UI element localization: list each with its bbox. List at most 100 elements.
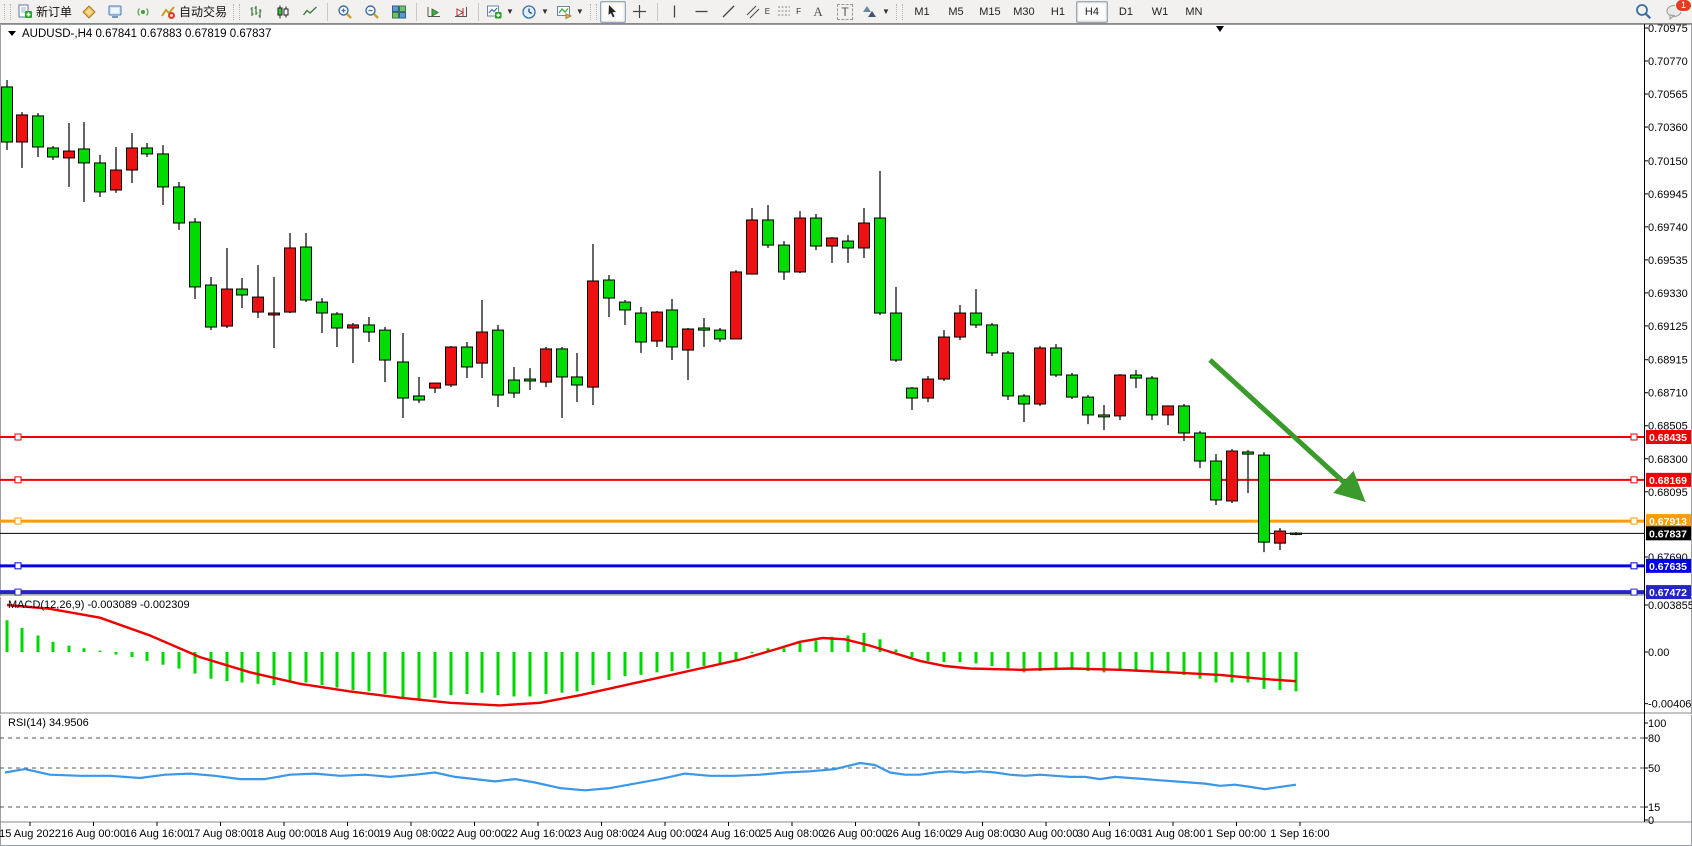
label-button[interactable]: T [832,1,858,23]
candle-bearish[interactable] [462,347,473,367]
candle-bullish[interactable] [923,379,934,398]
candle-bearish[interactable] [811,218,822,246]
candle-bullish[interactable] [1163,406,1174,415]
zoom-out-button[interactable] [359,1,385,23]
candle-bearish[interactable] [699,328,710,330]
candle-bullish[interactable] [127,148,138,170]
candle-bearish[interactable] [1051,348,1062,375]
candle-bullish[interactable] [1275,531,1286,543]
candle-bearish[interactable] [1099,415,1110,417]
candle-bearish[interactable] [414,396,425,400]
timeframe-button-h1[interactable]: H1 [1042,1,1074,23]
candle-bearish[interactable] [620,302,631,310]
timeframe-button-m15[interactable]: M15 [974,1,1006,23]
line-handle[interactable] [15,589,21,595]
candle-bullish[interactable] [652,312,663,341]
line-handle[interactable] [15,563,21,569]
candle-bearish[interactable] [1067,375,1078,397]
candle-bearish[interactable] [763,220,774,245]
candle-bearish[interactable] [572,377,583,385]
candle-bullish[interactable] [446,347,457,385]
candle-bullish[interactable] [1035,348,1046,404]
candle-bearish[interactable] [79,149,90,163]
candle-bullish[interactable] [269,313,280,315]
timeframe-button-m30[interactable]: M30 [1008,1,1040,23]
candle-bearish[interactable] [667,310,678,347]
candle-bullish[interactable] [477,332,488,363]
symbols-button[interactable] [76,1,102,23]
candle-bearish[interactable] [206,285,217,327]
toolbar-grip[interactable] [896,4,903,20]
candle-bearish[interactable] [1003,353,1014,396]
candle-bearish[interactable] [875,218,886,313]
candle-bullish[interactable] [222,289,233,326]
candle-bearish[interactable] [779,245,790,272]
line-handle[interactable] [15,434,21,440]
templates-button[interactable]: ▼ [553,1,587,23]
candle-bearish[interactable] [95,163,106,192]
candle-bearish[interactable] [158,154,169,187]
toolbar-grip[interactable] [4,4,11,20]
notifications-button[interactable]: 1 [1666,4,1684,20]
auto-scroll-button[interactable] [421,1,447,23]
candle-bearish[interactable] [907,388,918,398]
line-handle[interactable] [1631,518,1637,524]
candle-bearish[interactable] [1147,378,1158,415]
candle-bearish[interactable] [1131,375,1142,378]
candle-bearish[interactable] [1195,433,1206,461]
candle-bullish[interactable] [827,238,838,246]
channel-button[interactable]: E [743,1,773,23]
candle-bearish[interactable] [987,325,998,353]
line-chart-button[interactable] [297,1,323,23]
chart-canvas[interactable]: 0.709750.707700.705650.703600.701500.699… [0,24,1692,846]
candlestick-chart-button[interactable] [270,1,296,23]
candle-bullish[interactable] [683,329,694,350]
bar-chart-button[interactable] [243,1,269,23]
crosshair-button[interactable] [627,1,653,23]
candle-bearish[interactable] [525,379,536,381]
candle-bearish[interactable] [493,330,504,395]
candle-bearish[interactable] [1019,396,1030,404]
line-handle[interactable] [1631,434,1637,440]
line-handle[interactable] [15,477,21,483]
candle-bearish[interactable] [1083,397,1094,415]
new-order-button[interactable]: 新订单 [14,1,75,23]
candle-bearish[interactable] [33,116,44,147]
timeframe-button-d1[interactable]: D1 [1110,1,1142,23]
line-handle[interactable] [1631,589,1637,595]
candle-bearish[interactable] [237,289,248,295]
periods-button[interactable]: ▼ [518,1,552,23]
candle-bullish[interactable] [731,272,742,339]
candle-bullish[interactable] [430,383,441,388]
line-handle[interactable] [1631,477,1637,483]
terminal-button[interactable] [103,1,129,23]
candle-bearish[interactable] [1211,461,1222,500]
candle-bearish[interactable] [509,380,520,393]
candle-bearish[interactable] [1179,406,1190,433]
candle-bearish[interactable] [843,241,854,248]
candle-bearish[interactable] [301,247,312,300]
auto-trading-button[interactable]: 自动交易 [157,1,230,23]
fibonacci-button[interactable]: F [774,1,804,23]
candle-bullish[interactable] [939,337,950,379]
timeframe-button-mn[interactable]: MN [1178,1,1210,23]
candle-bearish[interactable] [364,325,375,332]
timeframe-button-h4[interactable]: H4 [1076,1,1108,23]
candle-bullish[interactable] [859,223,870,248]
candle-bullish[interactable] [747,220,758,274]
candle-bearish[interactable] [380,330,391,360]
candle-bearish[interactable] [557,349,568,377]
candle-bearish[interactable] [174,187,185,223]
signals-button[interactable] [130,1,156,23]
candle-bearish[interactable] [142,148,153,154]
candle-bearish[interactable] [190,222,201,287]
cursor-button[interactable] [600,1,626,23]
candle-bearish[interactable] [398,362,409,398]
shapes-button[interactable]: ▼ [859,1,893,23]
chart-area[interactable]: 0.709750.707700.705650.703600.701500.699… [0,24,1692,846]
candle-bearish[interactable] [971,313,982,325]
candle-bullish[interactable] [795,218,806,272]
candle-bearish[interactable] [332,314,343,328]
chart-shift-button[interactable] [448,1,474,23]
vline-button[interactable] [662,1,688,23]
